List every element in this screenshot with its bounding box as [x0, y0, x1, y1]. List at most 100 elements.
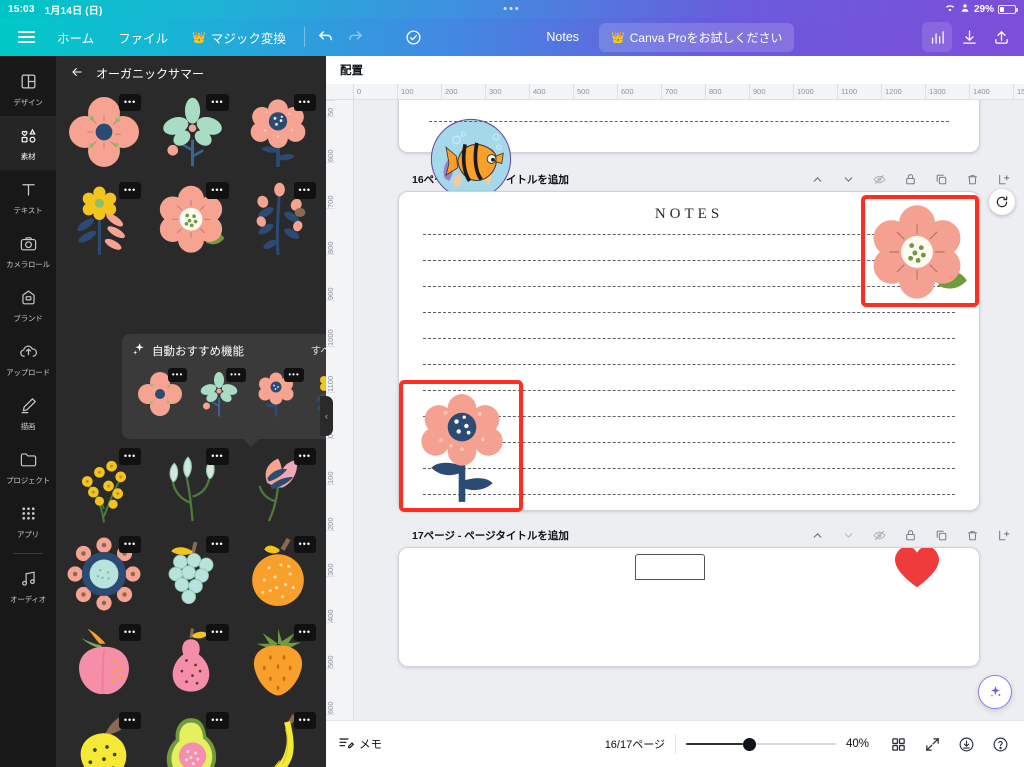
- canvas-peach-poppy[interactable]: [858, 200, 976, 306]
- suggest-peach-flower-navy-center[interactable]: •••: [249, 366, 304, 422]
- asset-navy-blue-sunflower[interactable]: •••: [62, 532, 145, 616]
- asset-overflow-dots[interactable]: •••: [293, 712, 316, 729]
- asset-overflow-dots[interactable]: •••: [206, 448, 229, 465]
- asset-overflow-dots[interactable]: •••: [118, 448, 142, 465]
- page-17-title[interactable]: 17ページ - ページタイトルを追加: [412, 528, 569, 543]
- sidebar-item-apps[interactable]: アプリ: [0, 494, 56, 548]
- asset-overflow-dots[interactable]: •••: [206, 624, 229, 641]
- page-17-canvas[interactable]: [398, 547, 980, 667]
- asset-yellow-flower-with-leaves[interactable]: •••: [62, 178, 145, 262]
- asset-pink-navy-striped-flower[interactable]: •••: [237, 444, 320, 528]
- red-heart-illustration[interactable]: [889, 547, 945, 590]
- asset-mint-flower-with-bud[interactable]: •••: [149, 90, 232, 174]
- ai-assistant-button[interactable]: [978, 675, 1012, 709]
- memo-button[interactable]: メモ: [338, 735, 382, 754]
- duplicate-icon[interactable]: [935, 529, 948, 542]
- lock-icon[interactable]: [904, 529, 917, 542]
- asset-mint-grapes-bunch[interactable]: •••: [149, 532, 232, 616]
- undo-icon[interactable]: [311, 22, 341, 52]
- sidebar-item-draw[interactable]: 描画: [0, 386, 56, 440]
- asset-peach-flower-navy-center[interactable]: •••: [237, 90, 320, 174]
- duplicate-icon[interactable]: [935, 173, 948, 186]
- asset-navy-branch-with-pink-buds[interactable]: •••: [237, 178, 320, 262]
- share-icon[interactable]: [986, 22, 1016, 52]
- chevron-down-icon[interactable]: [842, 173, 855, 186]
- download-icon[interactable]: [954, 22, 984, 52]
- asset-overflow-dots[interactable]: •••: [118, 712, 142, 729]
- eye-off-icon[interactable]: [873, 173, 886, 186]
- asset-overflow-dots[interactable]: •••: [206, 94, 229, 111]
- trash-icon[interactable]: [966, 173, 979, 186]
- suggest-overflow-dots[interactable]: •••: [226, 368, 246, 382]
- sidebar-item-design[interactable]: デザイン: [0, 62, 56, 116]
- asset-overflow-dots[interactable]: •••: [118, 182, 142, 199]
- eye-off-icon[interactable]: [873, 529, 886, 542]
- asset-overflow-dots[interactable]: •••: [206, 712, 229, 729]
- panel-collapse-handle[interactable]: ‹: [320, 396, 333, 436]
- asset-overflow-dots[interactable]: •••: [118, 536, 142, 553]
- asset-peach-blossom-four-petal[interactable]: •••: [62, 90, 145, 174]
- suggest-overflow-dots[interactable]: •••: [167, 368, 188, 382]
- suggest-overflow-dots[interactable]: •••: [284, 368, 304, 382]
- chevron-down-icon[interactable]: [842, 529, 855, 542]
- add-page-icon[interactable]: [997, 173, 1010, 186]
- asset-overflow-dots[interactable]: •••: [206, 536, 229, 553]
- asset-orange-citrus[interactable]: •••: [237, 532, 320, 616]
- hamburger-menu-icon[interactable]: [8, 25, 45, 49]
- asset-overflow-dots[interactable]: •••: [293, 182, 316, 199]
- align-label[interactable]: 配置: [340, 62, 363, 78]
- grid-view-icon[interactable]: [886, 732, 910, 756]
- back-arrow-icon[interactable]: [70, 65, 84, 82]
- asset-yellow-rapeseed-cluster[interactable]: •••: [62, 444, 145, 528]
- canva-pro-button[interactable]: 👑 Canva Proをお試しください: [599, 22, 795, 52]
- asset-orange-strawberry[interactable]: •••: [237, 620, 320, 704]
- zoom-slider-knob[interactable]: [743, 737, 756, 751]
- add-page-icon[interactable]: [997, 529, 1010, 542]
- trash-icon[interactable]: [966, 529, 979, 542]
- asset-avocado-half[interactable]: •••: [149, 708, 232, 767]
- asset-pink-speckled-pear[interactable]: •••: [149, 620, 232, 704]
- zoom-slider[interactable]: [686, 736, 836, 752]
- rotate-handle[interactable]: [989, 189, 1015, 215]
- redo-icon[interactable]: [341, 22, 371, 52]
- sidebar-item-camera-roll[interactable]: カメラロール: [0, 224, 56, 278]
- chevron-up-icon[interactable]: [811, 529, 824, 542]
- canvas-scroll-area[interactable]: 16ページ - ページタイトルを追加 NOTES: [354, 100, 1024, 720]
- asset-overflow-dots[interactable]: •••: [293, 94, 316, 111]
- asset-yellow-lemon[interactable]: •••: [62, 708, 145, 767]
- chevron-up-icon[interactable]: [811, 173, 824, 186]
- help-circle-icon[interactable]: [988, 732, 1012, 756]
- sidebar-item-audio[interactable]: オーディオ: [0, 559, 56, 613]
- sidebar-item-elements[interactable]: 素材: [0, 116, 56, 170]
- asset-pink-peach-fruit[interactable]: •••: [62, 620, 145, 704]
- lock-icon[interactable]: [904, 173, 917, 186]
- asset-overflow-dots[interactable]: •••: [293, 624, 316, 641]
- magic-convert-menu[interactable]: 👑 マジック変換: [180, 23, 298, 52]
- sidebar-item-upload[interactable]: アップロード: [0, 332, 56, 386]
- page-indicator[interactable]: 16/17ページ: [605, 736, 665, 752]
- sidebar-item-text[interactable]: テキスト: [0, 170, 56, 224]
- document-title[interactable]: Notes: [546, 30, 579, 44]
- sidebar-item-project[interactable]: プロジェクト: [0, 440, 56, 494]
- bar-chart-icon[interactable]: [922, 22, 952, 52]
- asset-overflow-dots[interactable]: •••: [118, 624, 142, 641]
- suggest-peach-blossom-four-petal[interactable]: •••: [132, 366, 188, 422]
- sidebar-item-brand[interactable]: ブランド: [0, 278, 56, 332]
- file-menu[interactable]: ファイル: [106, 23, 180, 52]
- asset-overflow-dots[interactable]: •••: [206, 182, 229, 199]
- see-all-button[interactable]: すべて表示: [311, 343, 326, 358]
- zoom-level[interactable]: 40%: [846, 738, 876, 750]
- asset-large-peach-poppy[interactable]: •••: [149, 178, 232, 262]
- asset-yellow-banana[interactable]: •••: [237, 708, 320, 767]
- home-menu[interactable]: ホーム: [45, 23, 106, 52]
- suggest-mint-flower-with-bud[interactable]: •••: [190, 366, 246, 422]
- page-15-canvas[interactable]: [398, 100, 980, 200]
- asset-overflow-dots[interactable]: •••: [118, 94, 142, 111]
- download-circle-icon[interactable]: [954, 732, 978, 756]
- canvas-peach-flower-navy-center[interactable]: [407, 385, 517, 511]
- asset-mint-tulip-stem[interactable]: •••: [149, 444, 232, 528]
- page-16-canvas[interactable]: NOTES: [398, 189, 1015, 512]
- check-circle-icon[interactable]: [399, 22, 429, 52]
- fullscreen-icon[interactable]: [920, 732, 944, 756]
- asset-overflow-dots[interactable]: •••: [293, 448, 316, 465]
